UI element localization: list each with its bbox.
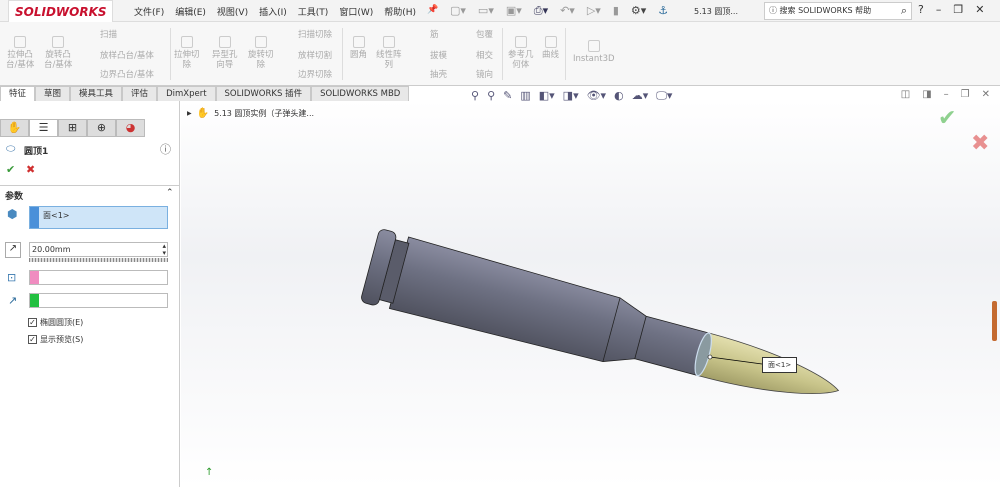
- faces-selection-box[interactable]: 面<1>: [29, 206, 168, 229]
- extrude-boss-button[interactable]: 拉伸凸 台/基体: [6, 36, 34, 70]
- distance-slider[interactable]: [29, 258, 168, 262]
- viewport-minimize-icon[interactable]: –: [944, 89, 949, 100]
- viewport-tile-icon[interactable]: ◫: [901, 89, 910, 100]
- help-icon[interactable]: ⓘ: [160, 141, 171, 157]
- triad-icon: ↑: [205, 467, 214, 478]
- direction-icon: ↗: [8, 294, 18, 307]
- options-icon[interactable]: ⚙▾: [631, 4, 646, 18]
- constraint-vertex-box[interactable]: [29, 270, 168, 285]
- restore-icon[interactable]: ❐: [953, 3, 963, 16]
- search-icon[interactable]: ⌕: [901, 3, 907, 19]
- sweep-button[interactable]: 扫描: [100, 30, 117, 40]
- menu-edit[interactable]: 编辑(E): [175, 5, 206, 18]
- distance-input[interactable]: 20.00mm ▴ ▾: [29, 242, 168, 257]
- anchor-icon[interactable]: ⚓: [658, 4, 668, 18]
- menu-window[interactable]: 窗口(W): [339, 5, 373, 18]
- collapse-icon[interactable]: ⌃: [166, 188, 174, 198]
- solidworks-logo[interactable]: SOLIDWORKS: [8, 0, 113, 24]
- command-manager: 拉伸凸 台/基体 旋转凸 台/基体 扫描 放样凸台/基体 边界凸台/基体 拉伸切…: [0, 22, 1000, 86]
- face-callout[interactable]: 面<1>: [762, 357, 798, 373]
- menu-bar: 文件(F) 编辑(E) 视图(V) 插入(I) 工具(T) 窗口(W) 帮助(H…: [134, 5, 438, 18]
- panel-title: 圆顶1: [24, 147, 49, 157]
- intersect-button[interactable]: 相交: [476, 51, 493, 61]
- section-header: 参数: [5, 192, 24, 202]
- show-preview-checkbox[interactable]: ✓ 显示预览(S): [28, 334, 83, 345]
- mirror-button[interactable]: 镜向: [476, 70, 493, 80]
- fillet-button[interactable]: 圆角: [350, 36, 367, 60]
- distance-icon: ↗: [5, 242, 21, 258]
- property-manager-tab-icon[interactable]: ☰: [29, 119, 58, 137]
- swept-cut-button[interactable]: 扫描切除: [298, 30, 332, 40]
- instant3d-button[interactable]: Instant3D: [573, 40, 615, 64]
- boundary-cut-button[interactable]: 边界切除: [298, 70, 332, 80]
- spinner-icon[interactable]: ▴ ▾: [162, 243, 166, 257]
- help-search-input[interactable]: ⓘ 搜索 SOLIDWORKS 帮助 ⌕: [764, 2, 912, 20]
- wrap-button[interactable]: 包覆: [476, 30, 493, 40]
- menu-insert[interactable]: 插入(I): [259, 5, 287, 18]
- revolve-boss-button[interactable]: 旋转凸 台/基体: [44, 36, 72, 70]
- face-icon: ⬢: [7, 207, 18, 221]
- menu-help[interactable]: 帮助(H): [384, 5, 416, 18]
- viewport-split-icon[interactable]: ◨: [922, 89, 931, 100]
- print-icon[interactable]: ⎙▾: [534, 4, 548, 18]
- dimxpert-tab-icon[interactable]: ⊕: [87, 119, 116, 137]
- document-title: 5.13 圆顶...: [694, 7, 738, 16]
- configuration-tab-icon[interactable]: ⊞: [58, 119, 87, 137]
- constraint-vertex-icon: ⊡: [7, 271, 17, 284]
- pin-icon[interactable]: 📌: [427, 5, 438, 18]
- menu-view[interactable]: 视图(V): [217, 5, 248, 18]
- bullet-model: [361, 229, 840, 394]
- viewport-restore-icon[interactable]: ❐: [961, 89, 970, 100]
- reference-geometry-button[interactable]: 参考几 何体: [508, 36, 534, 70]
- feature-tree-tab-icon[interactable]: ✋: [0, 119, 29, 137]
- graphics-area[interactable]: ▶ ✋ 5.13 圆顶实例（子弹头建... ⚲ ⚲ ✎ ▥ ◧▾ ◨▾ 👁▾ ◐…: [181, 89, 1000, 487]
- select-icon[interactable]: ▷▾: [587, 4, 601, 18]
- tab-mold-tools[interactable]: 模具工具: [70, 86, 123, 101]
- tab-sketch[interactable]: 草图: [35, 86, 71, 101]
- menu-tools[interactable]: 工具(T): [298, 5, 329, 18]
- shell-button[interactable]: 抽壳: [430, 70, 447, 80]
- rebuild-icon[interactable]: ▮: [613, 4, 619, 18]
- undo-icon[interactable]: ↶▾: [560, 4, 575, 18]
- tab-addins[interactable]: SOLIDWORKS 插件: [215, 86, 312, 101]
- help-icon: ⓘ: [769, 6, 780, 15]
- hole-wizard-button[interactable]: 异型孔 向导: [212, 36, 238, 70]
- tab-dimxpert[interactable]: DimXpert: [157, 86, 216, 101]
- save-icon[interactable]: ▣▾: [506, 4, 522, 18]
- new-icon[interactable]: ▢▾: [450, 4, 466, 18]
- dome-icon: ⬭: [6, 142, 16, 155]
- rib-button[interactable]: 筋: [430, 30, 439, 40]
- linear-pattern-button[interactable]: 线性阵 列: [376, 36, 402, 70]
- elliptical-dome-checkbox[interactable]: ✓ 椭圆圆顶(E): [28, 317, 83, 328]
- viewport-close-icon[interactable]: ✕: [982, 89, 990, 100]
- curves-button[interactable]: 曲线: [542, 36, 559, 60]
- ok-button[interactable]: ✔: [6, 163, 15, 176]
- revolve-cut-button[interactable]: 旋转切 除: [248, 36, 274, 70]
- direction-box[interactable]: [29, 293, 168, 308]
- minimize-icon[interactable]: –: [936, 3, 942, 16]
- appearance-tab-icon[interactable]: ◕: [116, 119, 145, 137]
- extrude-cut-button[interactable]: 拉伸切 除: [174, 36, 200, 70]
- lofted-cut-button[interactable]: 放样切割: [298, 51, 332, 61]
- property-manager: ✋ ☰ ⊞ ⊕ ◕ ⬭ 圆顶1 ⓘ ✔ ✖ 参数 ⌃ ⬢ 面<1> ↗ 20.0…: [0, 101, 180, 487]
- help-menu-icon[interactable]: ?: [918, 3, 924, 16]
- title-bar: SOLIDWORKS 文件(F) 编辑(E) 视图(V) 插入(I) 工具(T)…: [0, 0, 1000, 24]
- tab-mbd[interactable]: SOLIDWORKS MBD: [311, 86, 410, 101]
- menu-file[interactable]: 文件(F): [134, 5, 164, 18]
- boundary-boss-button[interactable]: 边界凸台/基体: [100, 70, 154, 80]
- tab-evaluate[interactable]: 评估: [122, 86, 158, 101]
- draft-button[interactable]: 拔模: [430, 51, 447, 61]
- open-icon[interactable]: ▭▾: [478, 4, 494, 18]
- cartridge-case: [388, 236, 710, 377]
- loft-button[interactable]: 放样凸台/基体: [100, 51, 154, 61]
- cancel-button[interactable]: ✖: [26, 163, 35, 176]
- tab-features[interactable]: 特征: [0, 86, 36, 101]
- command-tabs: 特征 草图 模具工具 评估 DimXpert SOLIDWORKS 插件 SOL…: [0, 86, 410, 101]
- close-icon[interactable]: ✕: [975, 3, 984, 16]
- quick-access-toolbar: ▢▾ ▭▾ ▣▾ ⎙▾ ↶▾ ▷▾ ▮ ⚙▾ ⚓: [450, 4, 668, 18]
